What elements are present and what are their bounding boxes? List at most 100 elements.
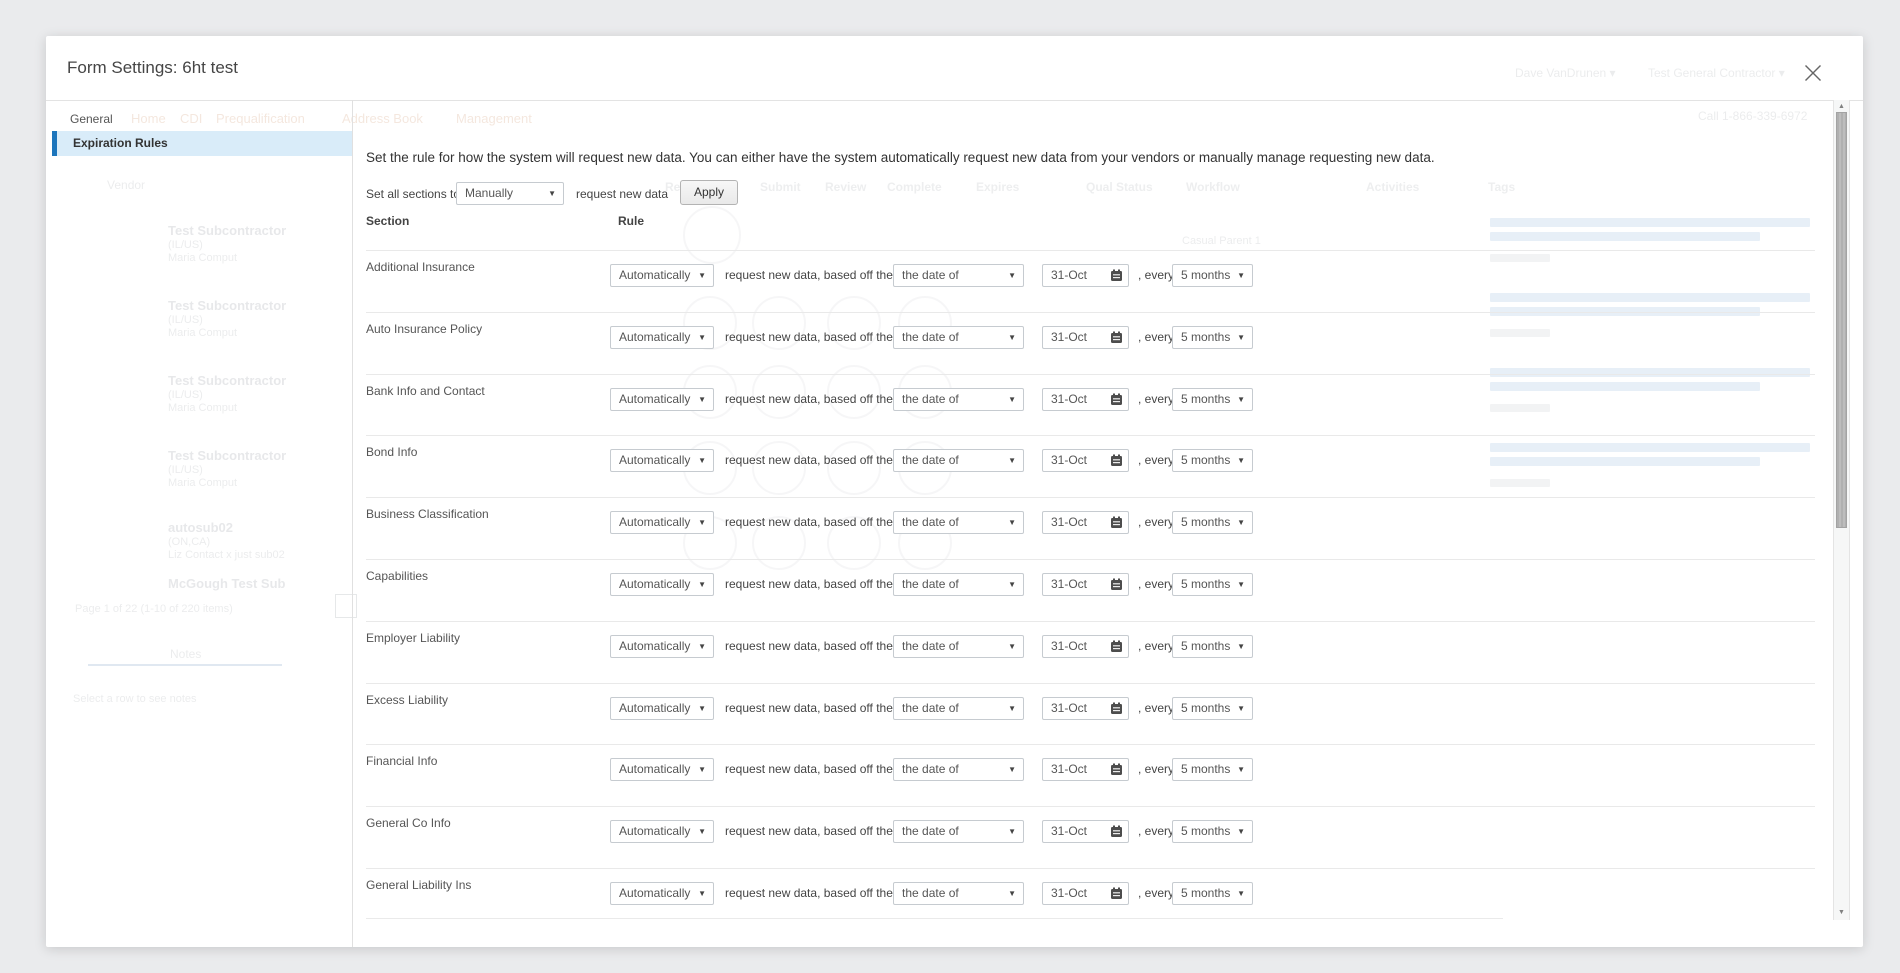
date-input[interactable]: 31-Oct	[1042, 264, 1129, 287]
chevron-down-icon: ▼	[698, 389, 706, 410]
interval-select[interactable]: 5 months ▼	[1172, 388, 1253, 411]
scrollbar-down-icon[interactable]: ▼	[1833, 906, 1850, 920]
basis-select[interactable]: the date of ▼	[893, 573, 1024, 596]
date-input[interactable]: 31-Oct	[1042, 449, 1129, 472]
mode-select[interactable]: Automatically ▼	[610, 388, 714, 411]
sidebar-item-label: Expiration Rules	[57, 131, 352, 156]
basis-select[interactable]: the date of ▼	[893, 264, 1024, 287]
date-input[interactable]: 31-Oct	[1042, 697, 1129, 720]
interval-select[interactable]: 5 months ▼	[1172, 635, 1253, 658]
basis-select[interactable]: the date of ▼	[893, 882, 1024, 905]
chevron-down-icon: ▼	[698, 636, 706, 657]
basis-select-value: the date of	[902, 639, 959, 653]
rule-row: Capabilities Automatically ▼ request new…	[366, 559, 1815, 622]
sidebar-item-general[interactable]: General	[70, 112, 113, 126]
every-text: , every	[1138, 392, 1174, 406]
mode-select[interactable]: Automatically ▼	[610, 758, 714, 781]
chevron-down-icon: ▼	[1008, 265, 1016, 286]
mode-select[interactable]: Automatically ▼	[610, 449, 714, 472]
rule-text: request new data, based off the	[725, 639, 893, 653]
every-text: , every	[1138, 701, 1174, 715]
date-input[interactable]: 31-Oct	[1042, 326, 1129, 349]
calendar-icon	[1110, 825, 1123, 838]
every-text: , every	[1138, 268, 1174, 282]
chevron-down-icon: ▼	[548, 183, 556, 204]
basis-select-value: the date of	[902, 577, 959, 591]
mode-select[interactable]: Automatically ▼	[610, 697, 714, 720]
mode-select-value: Automatically	[619, 762, 690, 776]
interval-select[interactable]: 5 months ▼	[1172, 449, 1253, 472]
date-input[interactable]: 31-Oct	[1042, 573, 1129, 596]
basis-select-value: the date of	[902, 886, 959, 900]
basis-select[interactable]: the date of ▼	[893, 635, 1024, 658]
set-all-label: Set all sections to	[366, 187, 460, 201]
mode-select[interactable]: Automatically ▼	[610, 326, 714, 349]
apply-button[interactable]: Apply	[680, 180, 738, 205]
interval-select-value: 5 months	[1181, 762, 1230, 776]
date-input[interactable]: 31-Oct	[1042, 758, 1129, 781]
mode-select-value: Automatically	[619, 886, 690, 900]
date-input[interactable]: 31-Oct	[1042, 388, 1129, 411]
basis-select-value: the date of	[902, 330, 959, 344]
chevron-down-icon: ▼	[1237, 759, 1245, 780]
every-text: , every	[1138, 330, 1174, 344]
date-value: 31-Oct	[1051, 824, 1087, 838]
rule-text: request new data, based off the	[725, 330, 893, 344]
mode-select[interactable]: Automatically ▼	[610, 511, 714, 534]
mode-select-value: Automatically	[619, 577, 690, 591]
basis-select-value: the date of	[902, 701, 959, 715]
chevron-down-icon: ▼	[1008, 574, 1016, 595]
mode-select[interactable]: Automatically ▼	[610, 635, 714, 658]
date-input[interactable]: 31-Oct	[1042, 635, 1129, 658]
calendar-icon	[1110, 393, 1123, 406]
sidebar-item-expiration-rules[interactable]: Expiration Rules	[57, 131, 352, 156]
date-value: 31-Oct	[1051, 886, 1087, 900]
rule-row: Additional Insurance Automatically ▼ req…	[366, 250, 1815, 313]
interval-select[interactable]: 5 months ▼	[1172, 326, 1253, 349]
basis-select[interactable]: the date of ▼	[893, 511, 1024, 534]
date-input[interactable]: 31-Oct	[1042, 820, 1129, 843]
basis-select[interactable]: the date of ▼	[893, 449, 1024, 472]
mode-select[interactable]: Automatically ▼	[610, 573, 714, 596]
date-value: 31-Oct	[1051, 453, 1087, 467]
every-text: , every	[1138, 453, 1174, 467]
mode-select[interactable]: Automatically ▼	[610, 820, 714, 843]
calendar-icon	[1110, 454, 1123, 467]
close-button[interactable]	[1799, 59, 1827, 87]
section-label: Auto Insurance Policy	[366, 322, 482, 336]
rule-row: Bank Info and Contact Automatically ▼ re…	[366, 374, 1815, 437]
scrollbar-thumb[interactable]	[1836, 112, 1847, 528]
interval-select[interactable]: 5 months ▼	[1172, 511, 1253, 534]
date-value: 31-Oct	[1051, 515, 1087, 529]
section-column-header: Section	[366, 214, 409, 228]
mode-select-value: Automatically	[619, 330, 690, 344]
interval-select-value: 5 months	[1181, 886, 1230, 900]
basis-select-value: the date of	[902, 268, 959, 282]
basis-select[interactable]: the date of ▼	[893, 326, 1024, 349]
date-input[interactable]: 31-Oct	[1042, 882, 1129, 905]
chevron-down-icon: ▼	[698, 821, 706, 842]
basis-select[interactable]: the date of ▼	[893, 758, 1024, 781]
interval-select[interactable]: 5 months ▼	[1172, 820, 1253, 843]
basis-select[interactable]: the date of ▼	[893, 388, 1024, 411]
rule-text: request new data, based off the	[725, 824, 893, 838]
chevron-down-icon: ▼	[1008, 883, 1016, 904]
interval-select[interactable]: 5 months ▼	[1172, 573, 1253, 596]
interval-select-value: 5 months	[1181, 824, 1230, 838]
basis-select[interactable]: the date of ▼	[893, 820, 1024, 843]
interval-select[interactable]: 5 months ▼	[1172, 697, 1253, 720]
interval-select[interactable]: 5 months ▼	[1172, 264, 1253, 287]
date-input[interactable]: 31-Oct	[1042, 511, 1129, 534]
rule-row: Bond Info Automatically ▼ request new da…	[366, 435, 1815, 498]
calendar-icon	[1110, 269, 1123, 282]
interval-select[interactable]: 5 months ▼	[1172, 882, 1253, 905]
mode-select-value: Automatically	[619, 515, 690, 529]
mode-select[interactable]: Automatically ▼	[610, 264, 714, 287]
rule-row: Excess Liability Automatically ▼ request…	[366, 683, 1815, 746]
chevron-down-icon: ▼	[1237, 389, 1245, 410]
set-all-select[interactable]: Manually ▼	[456, 182, 564, 205]
interval-select[interactable]: 5 months ▼	[1172, 758, 1253, 781]
basis-select[interactable]: the date of ▼	[893, 697, 1024, 720]
chevron-down-icon: ▼	[698, 327, 706, 348]
mode-select[interactable]: Automatically ▼	[610, 882, 714, 905]
